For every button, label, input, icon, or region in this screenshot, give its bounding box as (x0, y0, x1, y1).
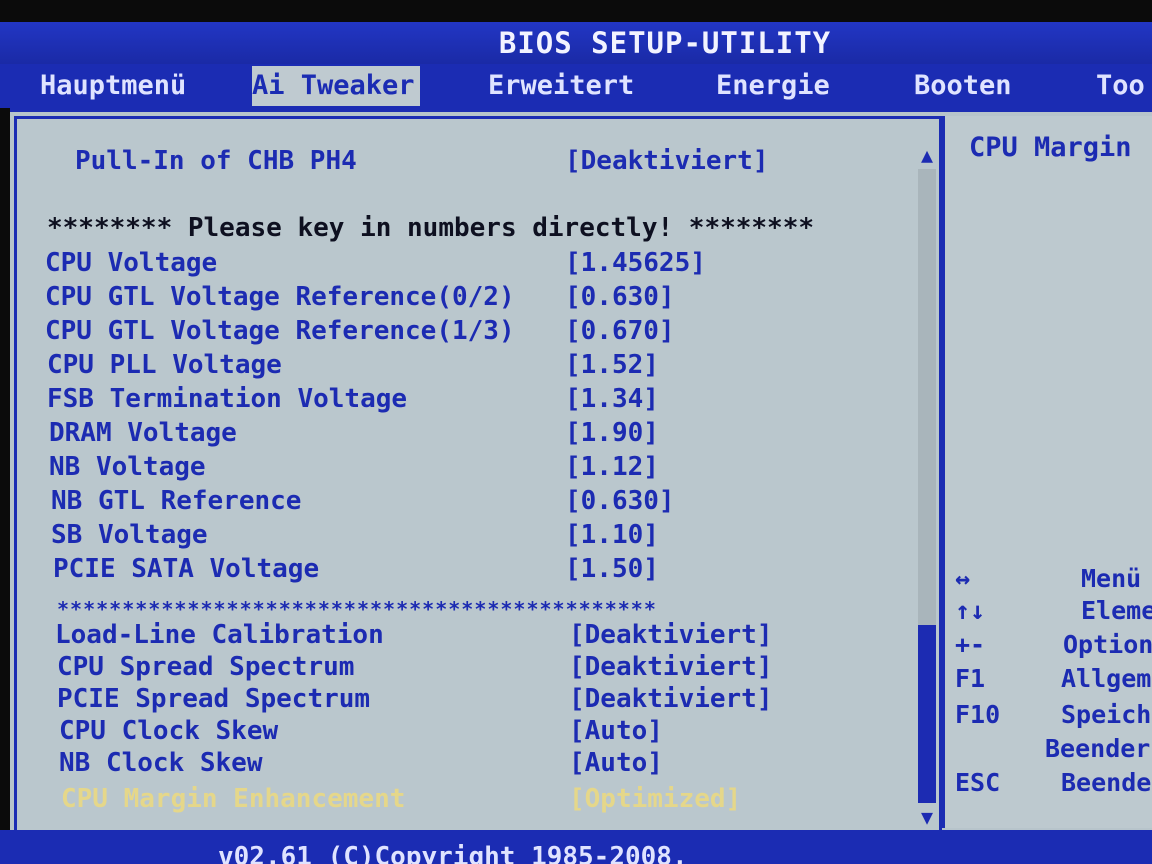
help-key-desc: Menü (1081, 564, 1142, 593)
scrollbar-thumb[interactable] (918, 625, 936, 803)
setting-value[interactable]: [1.50] (565, 553, 659, 585)
menu-bar: Hauptmenü Ai Tweaker Erweitert Energie B… (0, 64, 1152, 108)
setting-label: CPU GTL Voltage Reference(1/3) (45, 316, 515, 346)
help-key-desc: Speich (1061, 700, 1152, 729)
setting-label: CPU Spread Spectrum (57, 652, 355, 682)
help-key-desc: Allgem (1061, 664, 1152, 693)
help-panel: CPU Margin ↔ Menü ↑↓ Eleme +- Option F1 … (942, 116, 1152, 828)
setting-label: NB Clock Skew (59, 748, 263, 778)
setting-label: CPU PLL Voltage (47, 350, 282, 380)
help-key-row: Beender (955, 732, 1152, 766)
settings-panel: Pull-In of CHB PH4 [Deaktiviert] *******… (14, 116, 942, 834)
bios-title: BIOS SETUP-UTILITY (498, 26, 832, 60)
title-bar: BIOS SETUP-UTILITY (0, 22, 1152, 64)
help-key-row: F1 Allgem (955, 662, 1152, 696)
menu-tab-erweitert[interactable]: Erweitert (488, 64, 634, 108)
setting-label: CPU Clock Skew (59, 716, 279, 746)
setting-value[interactable]: [1.52] (565, 349, 659, 381)
setting-label: Pull-In of CHB PH4 (75, 146, 357, 176)
menu-tab-booten[interactable]: Booten (914, 64, 1012, 108)
setting-label: FSB Termination Voltage (47, 384, 408, 414)
key-in-note: ******** Please key in numbers directly!… (47, 213, 815, 243)
scroll-up-arrow-icon[interactable]: ▲ (915, 143, 939, 167)
copyright-text: v02.61 (C)Copyright 1985-2008, (218, 842, 688, 864)
setting-value[interactable]: [0.630] (565, 281, 675, 313)
help-key-row: ↔ Menü (955, 562, 1152, 596)
menu-tab-ai-tweaker[interactable]: Ai Tweaker (252, 66, 420, 106)
help-key-row: ESC Beende (955, 766, 1152, 800)
setting-value[interactable]: [1.34] (565, 383, 659, 415)
bios-screen: BIOS SETUP-UTILITY Hauptmenü Ai Tweaker … (0, 0, 1152, 864)
menu-tab-tools[interactable]: Too (1096, 64, 1145, 108)
setting-value[interactable]: [Auto] (569, 715, 663, 747)
plus-minus-icon: +- (955, 630, 986, 659)
setting-value[interactable]: [Deaktiviert] (569, 619, 773, 651)
setting-value[interactable]: [Deaktiviert] (569, 651, 773, 683)
help-key-f1: F1 (955, 664, 986, 693)
help-key-desc: Beender (1045, 734, 1151, 763)
setting-label: NB GTL Reference (51, 486, 302, 516)
separator-line: ****************************************… (57, 599, 657, 619)
setting-value[interactable]: [1.12] (565, 451, 659, 483)
help-key-f10: F10 (955, 700, 1001, 729)
setting-label: DRAM Voltage (49, 418, 237, 448)
left-right-arrow-icon: ↔ (955, 564, 971, 593)
help-key-row: ↑↓ Eleme (955, 594, 1152, 628)
help-key-desc: Beende (1061, 768, 1152, 797)
help-key-row: +- Option (955, 628, 1152, 662)
setting-label: CPU GTL Voltage Reference(0/2) (45, 282, 515, 312)
scroll-down-arrow-icon[interactable]: ▼ (915, 805, 939, 829)
setting-value[interactable]: [0.670] (565, 315, 675, 347)
up-down-arrow-icon: ↑↓ (955, 596, 986, 625)
help-key-esc: ESC (955, 768, 1001, 797)
help-title: CPU Margin (969, 132, 1132, 163)
setting-value[interactable]: [Auto] (569, 747, 663, 779)
help-key-desc: Eleme (1081, 596, 1152, 625)
footer-bar: v02.61 (C)Copyright 1985-2008, (0, 830, 1152, 864)
setting-label: CPU Margin Enhancement (61, 784, 406, 814)
setting-label: NB Voltage (49, 452, 206, 482)
setting-label: PCIE SATA Voltage (53, 554, 320, 584)
main-frame: Pull-In of CHB PH4 [Deaktiviert] *******… (10, 108, 1152, 834)
setting-label: Load-Line Calibration (55, 620, 384, 650)
setting-value[interactable]: [Optimized] (569, 783, 741, 815)
setting-label: CPU Voltage (45, 248, 218, 278)
help-key-desc: Option (1063, 630, 1152, 659)
setting-value[interactable]: [1.10] (565, 519, 659, 551)
setting-label: PCIE Spread Spectrum (57, 684, 371, 714)
setting-value[interactable]: [0.630] (565, 485, 675, 517)
setting-value[interactable]: [Deaktiviert] (565, 145, 769, 177)
help-key-row: F10 Speich (955, 698, 1152, 732)
menu-tab-hauptmenu[interactable]: Hauptmenü (36, 64, 254, 108)
scrollbar-track[interactable] (918, 169, 936, 803)
menu-tab-energie[interactable]: Energie (716, 64, 830, 108)
setting-value[interactable]: [Deaktiviert] (569, 683, 773, 715)
setting-value[interactable]: [1.90] (565, 417, 659, 449)
setting-label: SB Voltage (51, 520, 208, 550)
setting-value[interactable]: [1.45625] (565, 247, 706, 279)
